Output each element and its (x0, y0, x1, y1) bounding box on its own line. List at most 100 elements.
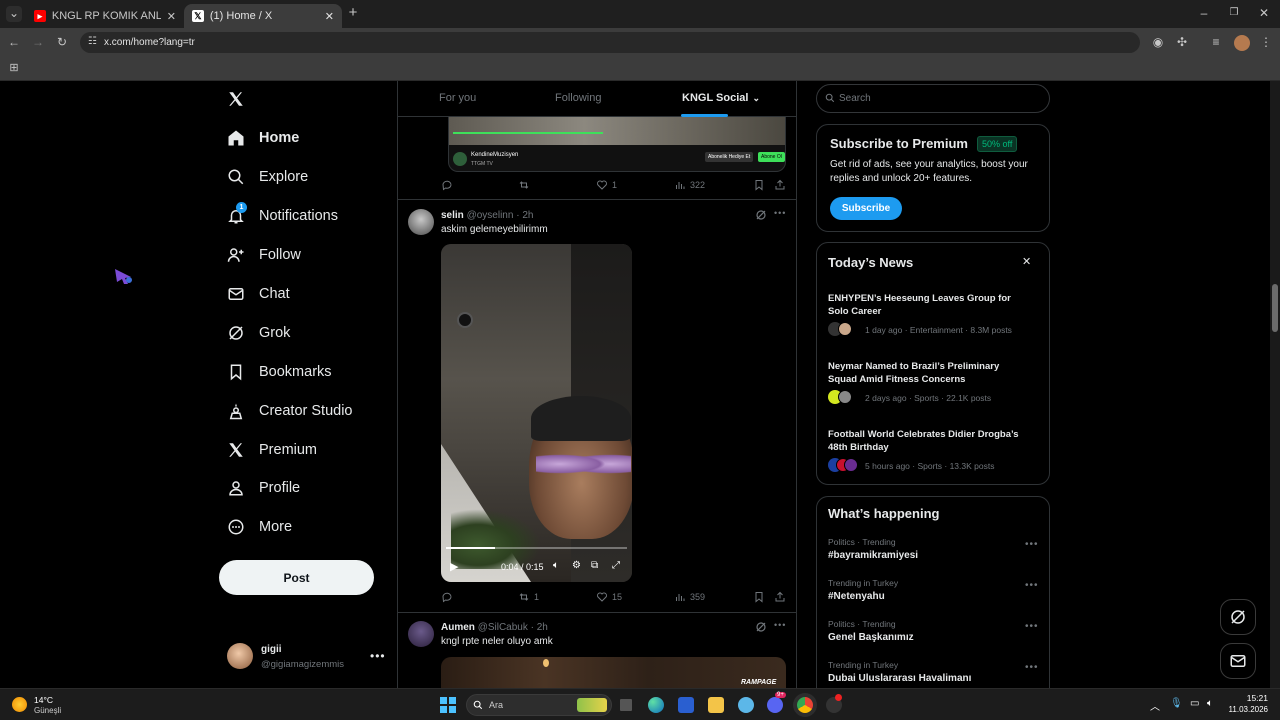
weather-widget[interactable]: 14°C Güneşli (12, 693, 92, 717)
trend-name[interactable]: Genel Başkanımız (828, 632, 914, 643)
like-button[interactable]: 15 (596, 591, 622, 603)
more-dots-icon[interactable]: ••• (1025, 580, 1039, 591)
network-icon[interactable]: ▭ (1190, 698, 1199, 709)
discord-icon[interactable]: 9+ (767, 692, 786, 713)
new-tab-icon[interactable]: + (345, 5, 361, 22)
views-button[interactable]: 322 (674, 179, 705, 191)
taskbar-search[interactable]: Ara (466, 694, 612, 716)
video-player[interactable]: ▶ 0:04 / 0:15 🔈︎ ⚙ ⧉ ⤢ (441, 244, 632, 582)
microphone-icon[interactable]: 🎙︎ (1170, 698, 1183, 709)
more-dots-icon[interactable]: ••• (774, 208, 786, 218)
post-button[interactable]: Post (219, 560, 374, 595)
sidebar-item-explore[interactable]: Explore (227, 163, 308, 191)
subscribe-channel-button[interactable]: Abone Ol (758, 152, 785, 162)
clock[interactable]: 15:21 11.03.2026 (1226, 693, 1268, 714)
site-info-icon[interactable]: ☷ (88, 36, 97, 47)
news-item-title[interactable]: Neymar Named to Brazil’s Preliminary Squ… (828, 360, 1028, 386)
views-button[interactable]: 359 (674, 591, 705, 603)
sidebar-item-home[interactable]: Home (227, 124, 299, 152)
settings-icon[interactable]: ⚙ (572, 560, 581, 571)
author-handle[interactable]: @SilCabuk (478, 622, 528, 633)
profile-avatar[interactable] (1234, 35, 1250, 51)
task-view-icon[interactable] (618, 697, 634, 713)
store-icon[interactable] (678, 697, 694, 713)
grok-floating-button[interactable] (1220, 599, 1256, 635)
media-icon[interactable]: ≡ (1208, 35, 1224, 51)
address-bar[interactable]: ☷ x.com/home?lang=tr (80, 32, 1140, 53)
play-icon[interactable]: ▶ (450, 560, 458, 573)
trend-name[interactable]: #Netenyahu (828, 591, 885, 602)
reload-icon[interactable]: ↻ (54, 35, 70, 51)
volume-icon[interactable]: 🔈︎ (553, 560, 559, 571)
grok-icon[interactable] (755, 209, 767, 221)
more-dots-icon[interactable]: ••• (1025, 621, 1039, 632)
sidebar-item-premium[interactable]: Premium (227, 436, 317, 464)
sidebar-item-grok[interactable]: Grok (227, 319, 290, 347)
file-explorer-icon[interactable] (708, 697, 724, 713)
author-handle[interactable]: @oyselinn (467, 210, 514, 221)
close-icon[interactable]: ✕ (325, 10, 334, 23)
tweet-time[interactable]: 2h (522, 210, 533, 221)
tweet-time[interactable]: 2h (537, 622, 548, 633)
sidebar-item-profile[interactable]: Profile (227, 474, 300, 502)
close-icon[interactable]: ✕ (1022, 255, 1031, 268)
edge-icon[interactable] (648, 697, 664, 713)
author-name[interactable]: selin (441, 210, 464, 221)
bookmark-button[interactable] (753, 179, 765, 191)
extension-avatar-icon[interactable]: ◉ (1150, 35, 1166, 51)
forward-icon[interactable]: → (30, 35, 46, 51)
bookmark-button[interactable] (753, 591, 765, 603)
more-dots-icon[interactable]: ••• (774, 620, 786, 630)
fullscreen-icon[interactable]: ⤢ (612, 560, 620, 571)
sidebar-item-follow[interactable]: Follow (227, 241, 301, 269)
retweet-button[interactable] (518, 179, 530, 191)
search-input[interactable]: Search (816, 84, 1050, 113)
menu-kebab-icon[interactable]: ⋮ (1258, 35, 1274, 51)
tweet-media[interactable]: RAMPAGE (441, 657, 786, 688)
pip-icon[interactable]: ⧉ (591, 560, 598, 571)
account-switcher[interactable]: gigii @gigiamagizemmis ••• (227, 643, 387, 673)
share-button[interactable] (774, 591, 786, 603)
sidebar-item-bookmarks[interactable]: Bookmarks (227, 358, 332, 386)
tab-following[interactable]: Following (555, 92, 601, 104)
gift-sub-button[interactable]: Abonelik Hediye Et (705, 152, 754, 162)
messages-floating-button[interactable] (1220, 643, 1256, 679)
tab-x-home[interactable]: 𝕏 (1) Home / X ✕ (184, 4, 342, 28)
author-name[interactable]: Aumen (441, 622, 475, 633)
avatar[interactable] (408, 621, 434, 647)
more-dots-icon[interactable]: ••• (370, 649, 386, 663)
tab-for-you[interactable]: For you (439, 92, 476, 104)
trend-name[interactable]: #bayramikramiyesi (828, 550, 918, 561)
sidebar-item-more[interactable]: More (227, 513, 292, 541)
recording-app-icon[interactable] (826, 694, 842, 713)
puzzle-icon[interactable]: ✣ (1174, 35, 1190, 51)
sidebar-item-creator-studio[interactable]: Creator Studio (227, 397, 353, 425)
news-item-title[interactable]: ENHYPEN’s Heeseung Leaves Group for Solo… (828, 292, 1028, 318)
avatar[interactable] (408, 209, 434, 235)
minimize-icon[interactable]: – (1196, 6, 1212, 22)
trend-name[interactable]: Dubai Uluslararası Havalimanı (828, 673, 971, 684)
window-close-icon[interactable]: ✕ (1256, 6, 1272, 22)
chrome-icon[interactable] (797, 697, 813, 713)
reply-button[interactable] (441, 179, 453, 191)
volume-icon[interactable]: 🔈︎ (1207, 698, 1213, 709)
subscribe-button[interactable]: Subscribe (830, 197, 902, 220)
news-item-title[interactable]: Football World Celebrates Didier Drogba’… (828, 428, 1028, 454)
tab-youtube[interactable]: ▸ KNGL RP KOMIK ANLAR #3 - Yo ✕ (26, 4, 184, 28)
share-button[interactable] (774, 179, 786, 191)
back-icon[interactable]: ← (6, 35, 22, 51)
sidebar-item-notifications[interactable]: 1 Notifications (227, 202, 338, 230)
retweet-button[interactable]: 1 (518, 591, 539, 603)
sidebar-item-chat[interactable]: Chat (227, 280, 290, 308)
scrollbar-thumb[interactable] (1272, 284, 1278, 332)
more-dots-icon[interactable]: ••• (1025, 662, 1039, 673)
close-icon[interactable]: ✕ (167, 10, 176, 23)
apps-grid-icon[interactable]: ⊞ (6, 61, 22, 77)
tab-kngl-social[interactable]: KNGL Social ⌄ (682, 92, 760, 104)
more-dots-icon[interactable]: ••• (1025, 539, 1039, 550)
tab-search-icon[interactable]: ⌄ (6, 6, 22, 22)
x-logo-icon[interactable] (227, 90, 245, 108)
grok-icon[interactable] (755, 621, 767, 633)
app-icon[interactable] (738, 697, 754, 713)
reply-button[interactable] (441, 591, 453, 603)
